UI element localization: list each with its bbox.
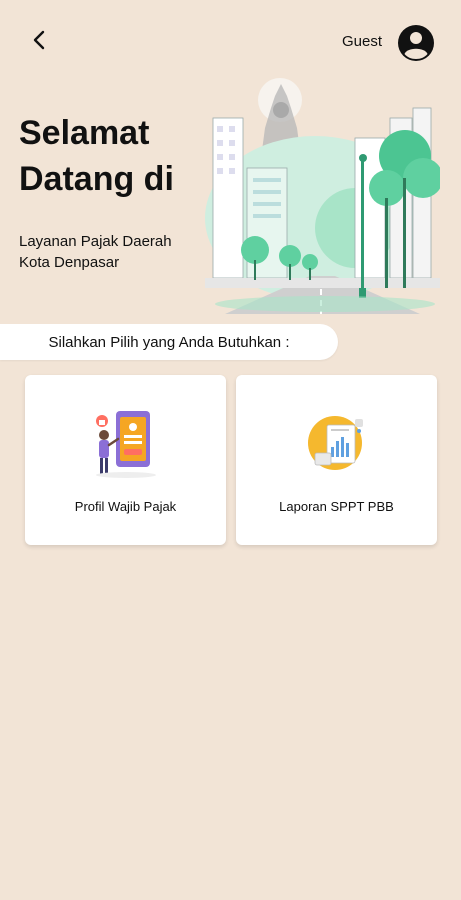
back-button[interactable] xyxy=(22,22,58,58)
top-bar: Guest xyxy=(0,0,461,84)
account-button[interactable] xyxy=(397,24,435,62)
taxpayer-profile-icon xyxy=(95,411,156,478)
choose-service-prompt: Silahkan Pilih yang Anda Butuhkan : xyxy=(0,324,338,360)
city-street-illustration xyxy=(205,78,440,314)
greeting-line-1: Selamat xyxy=(19,114,150,152)
hero-section: Selamat Datang di Layanan Pajak Daerah K… xyxy=(0,78,461,324)
chevron-left-icon xyxy=(33,30,45,50)
subtitle-line-1: Layanan Pajak Daerah xyxy=(19,233,172,250)
greeting-title: Selamat Datang di xyxy=(19,110,209,202)
greeting-line-2: Datang di xyxy=(19,160,174,198)
subtitle-line-2: Kota Denpasar xyxy=(19,254,120,271)
account-circle-icon xyxy=(398,25,434,61)
profil-wajib-pajak-card[interactable]: Profil Wajib Pajak xyxy=(25,375,226,545)
report-chart-icon xyxy=(307,416,363,470)
user-name-label: Guest xyxy=(342,33,383,50)
laporan-sppt-pbb-card[interactable]: Laporan SPPT PBB xyxy=(236,375,437,545)
card-label: Profil Wajib Pajak xyxy=(74,499,177,514)
service-subtitle: Layanan Pajak Daerah Kota Denpasar xyxy=(19,231,209,273)
card-label: Laporan SPPT PBB xyxy=(279,499,394,514)
